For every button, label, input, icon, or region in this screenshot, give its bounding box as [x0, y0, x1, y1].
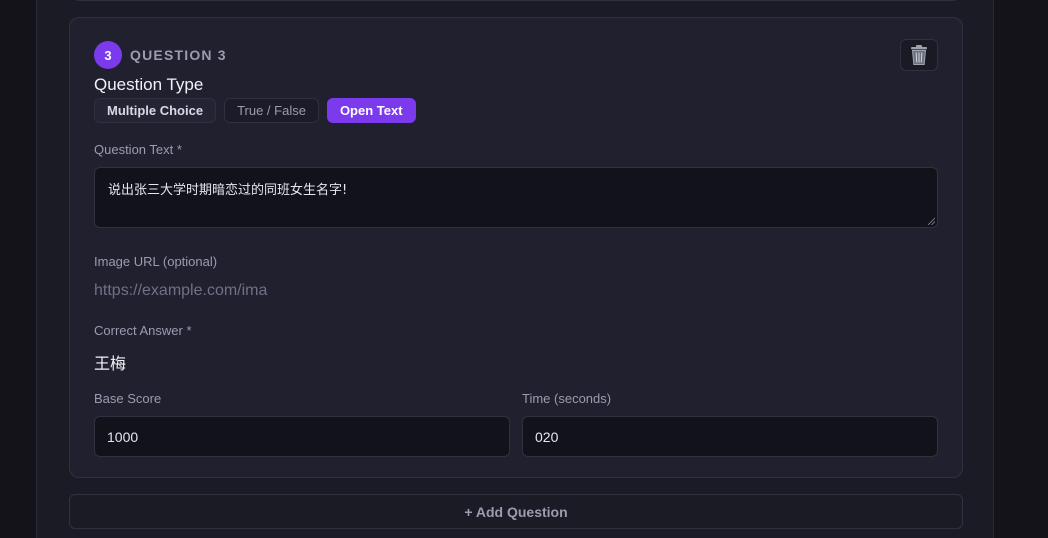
image-url-label: Image URL (optional) — [94, 254, 218, 269]
previous-question-card — [70, 0, 962, 1]
quiz-editor-page: 3 QUESTION 3 Question Type Multiple Choi… — [0, 0, 1048, 538]
delete-question-button[interactable] — [900, 39, 938, 71]
time-seconds-input[interactable]: 020 — [522, 416, 938, 457]
trash-icon — [911, 45, 927, 65]
type-tab-open-text[interactable]: Open Text — [326, 98, 416, 123]
type-tab-true-false[interactable]: True / False — [224, 98, 319, 123]
question-number-badge: 3 — [94, 41, 122, 69]
question-text-label: Question Text * — [94, 142, 182, 157]
correct-answer-label: Correct Answer * — [94, 323, 192, 338]
question-header: 3 QUESTION 3 — [94, 41, 227, 69]
type-tab-multiple-choice[interactable]: Multiple Choice — [94, 98, 217, 123]
base-score-input[interactable]: 1000 — [94, 416, 510, 457]
resize-grip-icon[interactable] — [927, 217, 935, 225]
time-label: Time (seconds) — [522, 391, 612, 406]
question-type-label: Question Type — [94, 75, 204, 94]
add-question-button[interactable]: + Add Question — [69, 494, 963, 529]
question-title: QUESTION 3 — [130, 47, 227, 63]
correct-answer-input[interactable]: 王梅 — [94, 350, 126, 374]
base-score-label: Base Score — [94, 391, 162, 406]
question-card: 3 QUESTION 3 Question Type Multiple Choi… — [69, 17, 963, 478]
question-type-tabs: Multiple Choice True / False Open Text — [94, 98, 416, 123]
question-text-value: 说出张三大学时期暗恋过的同班女生名字! — [108, 183, 348, 198]
question-text-input[interactable]: 说出张三大学时期暗恋过的同班女生名字! — [94, 167, 938, 228]
image-url-input[interactable]: https://example.com/ima — [94, 282, 267, 300]
